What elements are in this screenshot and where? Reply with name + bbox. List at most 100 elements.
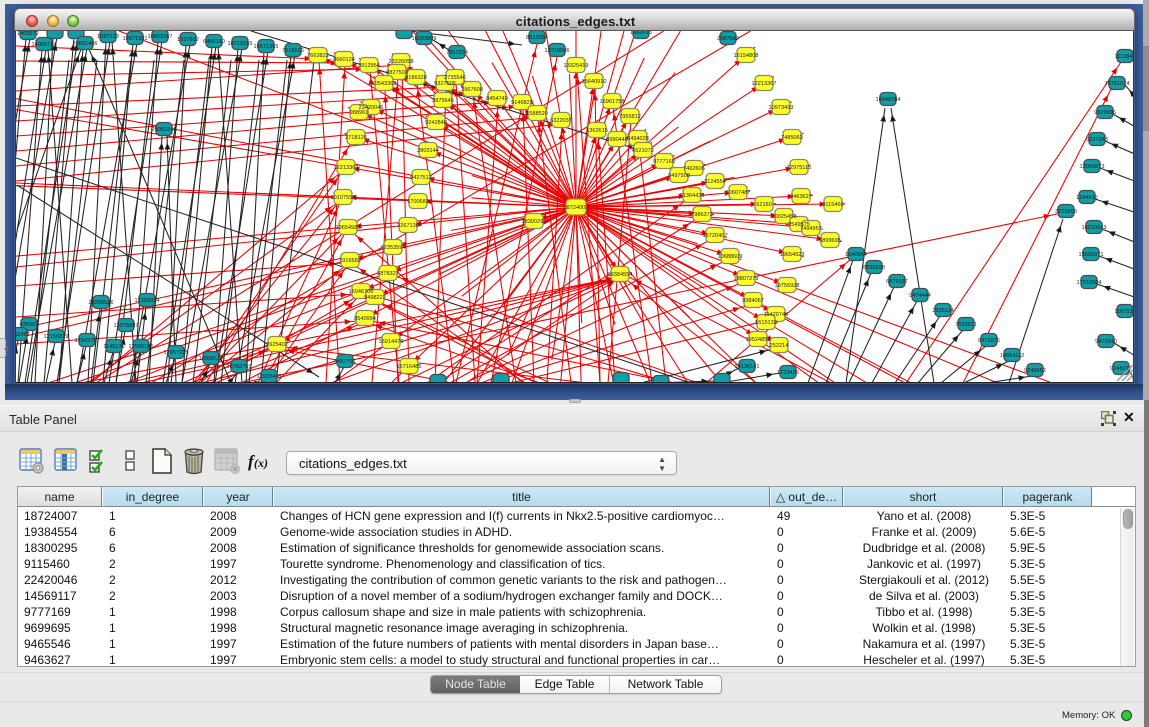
svg-text:17957225: 17957225 xyxy=(164,350,189,356)
svg-text:10958117: 10958117 xyxy=(199,356,223,362)
svg-text:1167534: 1167534 xyxy=(1114,309,1134,315)
svg-text:20206526: 20206526 xyxy=(89,300,114,306)
svg-text:7515526: 7515526 xyxy=(282,48,304,54)
svg-text:7955812: 7955812 xyxy=(619,114,641,120)
svg-text:18724007: 18724007 xyxy=(564,205,589,211)
svg-text:3912954: 3912954 xyxy=(358,63,380,69)
svg-text:15640910: 15640910 xyxy=(582,79,607,85)
svg-text:9384067: 9384067 xyxy=(742,298,764,304)
svg-text:2935114: 2935114 xyxy=(932,308,953,314)
svg-text:3215958: 3215958 xyxy=(1055,209,1077,215)
svg-text:10973493: 10973493 xyxy=(769,105,794,111)
svg-text:9245652: 9245652 xyxy=(1024,368,1046,374)
svg-text:9146821: 9146821 xyxy=(511,100,533,106)
svg-text:1527602: 1527602 xyxy=(177,37,199,43)
svg-text:1097133: 1097133 xyxy=(97,34,119,40)
svg-text:6879197: 6879197 xyxy=(886,279,908,285)
svg-text:12353594: 12353594 xyxy=(381,245,406,251)
svg-text:16210643: 16210643 xyxy=(1082,225,1107,231)
svg-text:8990448: 8990448 xyxy=(606,137,628,143)
svg-text:17942757: 17942757 xyxy=(75,338,100,344)
svg-text:12505185: 12505185 xyxy=(129,344,154,350)
svg-text:16033809: 16033809 xyxy=(412,36,437,42)
svg-text:6494028: 6494028 xyxy=(627,136,649,142)
svg-text:1640954: 1640954 xyxy=(845,252,867,258)
svg-text:7462606: 7462606 xyxy=(683,166,705,172)
svg-text:12156829: 12156829 xyxy=(44,334,69,340)
svg-text:9777169: 9777169 xyxy=(653,159,675,165)
svg-text:13325419: 13325419 xyxy=(564,63,589,69)
svg-text:7986372: 7986372 xyxy=(691,212,713,218)
svg-text:7857224: 7857224 xyxy=(446,50,468,56)
svg-text:1615132: 1615132 xyxy=(755,320,777,326)
svg-text:8813054: 8813054 xyxy=(526,35,548,41)
svg-text:15720407: 15720407 xyxy=(703,233,728,239)
svg-text:8186328: 8186328 xyxy=(405,75,427,81)
svg-text:10025458: 10025458 xyxy=(772,214,797,220)
svg-text:19654985: 19654985 xyxy=(336,225,361,231)
svg-text:6322037: 6322037 xyxy=(550,118,572,124)
svg-text:12093873: 12093873 xyxy=(1080,164,1105,170)
svg-text:1362615: 1362615 xyxy=(586,128,608,134)
svg-text:10688609: 10688609 xyxy=(718,254,743,260)
svg-text:6497508: 6497508 xyxy=(668,173,690,179)
svg-text:10971331: 10971331 xyxy=(123,36,148,42)
svg-text:15692971: 15692971 xyxy=(1079,252,1104,258)
svg-text:2803144: 2803144 xyxy=(417,148,439,154)
svg-text:9115460: 9115460 xyxy=(822,202,843,208)
svg-text:12923448: 12923448 xyxy=(257,374,282,380)
svg-text:19654923: 19654923 xyxy=(780,252,805,258)
svg-text:9498222: 9498222 xyxy=(364,295,386,301)
svg-text:15716485: 15716485 xyxy=(397,364,422,370)
svg-text:1405572: 1405572 xyxy=(17,31,39,37)
svg-text:20053346: 20053346 xyxy=(152,127,177,133)
svg-text:16154808: 16154808 xyxy=(734,53,759,59)
svg-text:16671355: 16671355 xyxy=(254,44,279,50)
svg-text:1733426: 1733426 xyxy=(777,370,799,376)
svg-text:8471676: 8471676 xyxy=(978,338,1000,344)
svg-text:7485063: 7485063 xyxy=(781,135,803,141)
svg-text:9327505: 9327505 xyxy=(434,81,456,87)
svg-text:1621072: 1621072 xyxy=(632,148,654,154)
svg-text:9463627: 9463627 xyxy=(790,194,812,200)
svg-text:11420746: 11420746 xyxy=(764,312,788,318)
svg-text:18807279: 18807279 xyxy=(734,276,759,282)
svg-text:1662615: 1662615 xyxy=(630,31,652,36)
svg-text:8660124: 8660124 xyxy=(333,57,355,63)
svg-text:8938928: 8938928 xyxy=(863,265,885,271)
svg-text:7625402: 7625402 xyxy=(266,342,288,348)
svg-text:9473340: 9473340 xyxy=(1095,339,1117,345)
svg-text:12213362: 12213362 xyxy=(334,165,359,171)
svg-text:21364436: 21364436 xyxy=(680,193,705,199)
svg-text:14136141: 14136141 xyxy=(735,364,760,370)
svg-text:15751074: 15751074 xyxy=(1105,81,1130,87)
svg-text:3267130: 3267130 xyxy=(397,223,419,229)
svg-text:16961758: 16961758 xyxy=(600,99,625,105)
svg-text:7632621: 7632621 xyxy=(955,322,977,328)
svg-text:3911967: 3911967 xyxy=(16,332,30,338)
svg-text:8540994: 8540994 xyxy=(354,316,376,322)
svg-text:1588520: 1588520 xyxy=(526,111,548,117)
svg-text:12975115: 12975115 xyxy=(787,165,811,171)
svg-text:2735546: 2735546 xyxy=(444,75,466,81)
svg-text:8454749: 8454749 xyxy=(486,96,508,102)
svg-text:10543362: 10543362 xyxy=(372,81,397,87)
svg-text:10654112: 10654112 xyxy=(1000,353,1024,359)
svg-text:988961: 988961 xyxy=(350,110,369,116)
svg-text:252214: 252214 xyxy=(770,343,789,349)
svg-text:14055724: 14055724 xyxy=(32,42,57,48)
svg-text:435061: 435061 xyxy=(20,322,39,328)
svg-text:1145136: 1145136 xyxy=(103,344,124,350)
svg-text:19384554: 19384554 xyxy=(608,272,633,278)
svg-text:10107550: 10107550 xyxy=(331,195,356,201)
svg-text:16914479: 16914479 xyxy=(379,339,404,345)
svg-text:12359924: 12359924 xyxy=(135,298,160,304)
svg-text:2718126: 2718126 xyxy=(345,135,367,141)
svg-text:19756928: 19756928 xyxy=(775,283,800,289)
svg-text:(x): (x) xyxy=(254,456,268,470)
svg-text:7494957: 7494957 xyxy=(800,226,822,232)
svg-text:5878327: 5878327 xyxy=(377,271,399,277)
svg-text:9227343: 9227343 xyxy=(1086,137,1108,143)
svg-text:13218506: 13218506 xyxy=(545,48,570,54)
svg-text:10607487: 10607487 xyxy=(726,190,751,196)
